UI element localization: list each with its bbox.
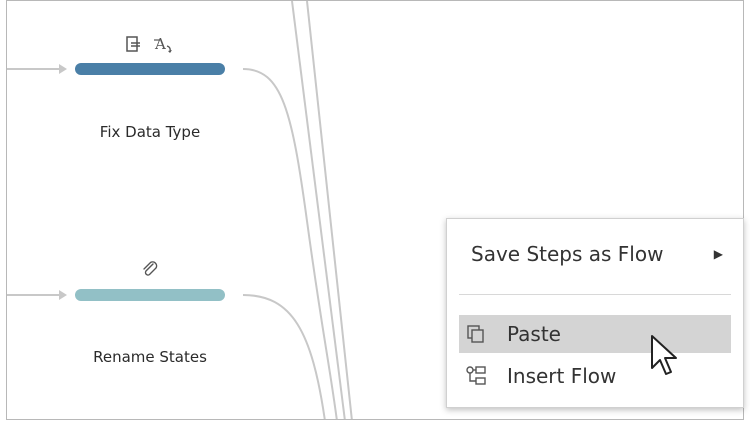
flow-line-a bbox=[291, 1, 346, 419]
submenu-arrow-icon: ▶ bbox=[713, 247, 723, 261]
step-bar-fix-data-type[interactable] bbox=[75, 63, 225, 75]
menu-item-insert-flow[interactable]: Insert Flow bbox=[459, 357, 731, 395]
outgoing-connector-2 bbox=[242, 294, 326, 419]
menu-item-label: Insert Flow bbox=[507, 364, 617, 388]
step-icons-fix-data-type: A bbox=[125, 34, 175, 58]
step-label-rename-states[interactable]: Rename States bbox=[50, 348, 250, 366]
paperclip-icon bbox=[141, 260, 159, 282]
insert-flow-icon bbox=[465, 365, 487, 387]
context-menu: Save Steps as Flow ▶ Paste Insert Flow bbox=[446, 218, 744, 408]
svg-text:A: A bbox=[154, 35, 166, 53]
menu-item-paste[interactable]: Paste bbox=[459, 315, 731, 353]
menu-item-label: Save Steps as Flow bbox=[471, 242, 664, 266]
flow-line-b bbox=[306, 1, 353, 419]
paste-icon bbox=[465, 323, 487, 345]
menu-item-save-steps-as-flow[interactable]: Save Steps as Flow ▶ bbox=[459, 235, 731, 273]
step-bar-rename-states[interactable] bbox=[75, 289, 225, 301]
step-label-fix-data-type[interactable]: Fix Data Type bbox=[50, 123, 250, 141]
incoming-arrowhead-1 bbox=[59, 64, 67, 74]
mouse-cursor-icon bbox=[650, 334, 680, 382]
data-type-icon: A bbox=[153, 34, 175, 58]
step-icons-rename-states bbox=[141, 260, 159, 282]
menu-separator bbox=[459, 294, 731, 295]
incoming-arrowhead-2 bbox=[59, 290, 67, 300]
menu-item-label: Paste bbox=[507, 322, 561, 346]
column-change-icon bbox=[125, 35, 143, 57]
